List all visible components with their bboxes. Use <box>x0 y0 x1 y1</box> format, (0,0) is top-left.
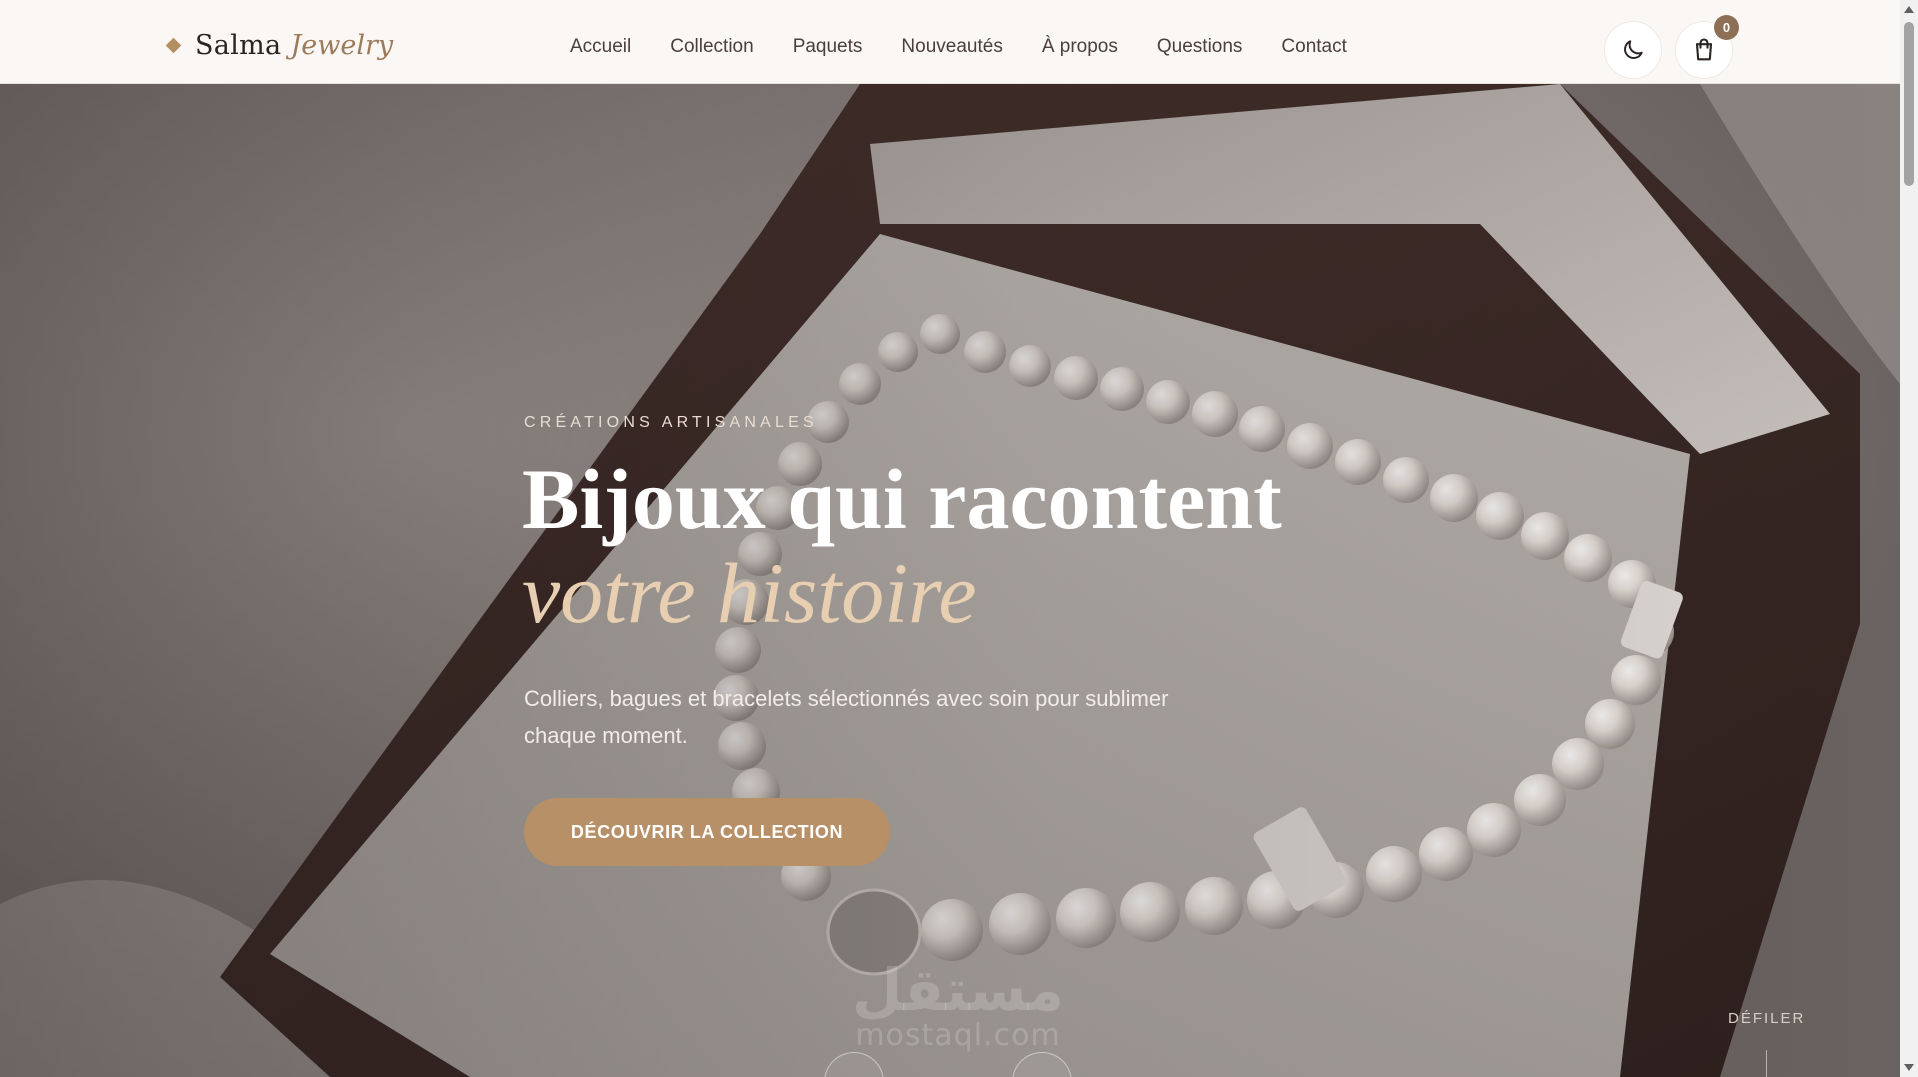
nav-item-paquets[interactable]: Paquets <box>793 36 863 64</box>
nav-item-nouveautes[interactable]: Nouveautés <box>901 36 1002 64</box>
cart-count-badge: 0 <box>1714 15 1739 40</box>
hero-eyebrow: CRÉATIONS ARTISANALES <box>524 414 818 431</box>
hero-title-accent: votre histoire <box>522 545 977 641</box>
brand-accent: Jewelry <box>290 29 394 61</box>
watermark: مستقل mostaql.com <box>838 959 1078 1051</box>
hero-description: Colliers, bagues et bracelets sélectionn… <box>524 686 1169 748</box>
scroll-up-arrow-icon[interactable] <box>1904 6 1914 13</box>
nav-item-a-propos[interactable]: À propos <box>1042 36 1118 64</box>
discover-collection-button[interactable]: DÉCOUVRIR LA COLLECTION <box>524 798 890 866</box>
moon-icon <box>1624 40 1643 59</box>
nav-item-accueil[interactable]: Accueil <box>570 36 631 64</box>
watermark-arabic: مستقل <box>851 956 1065 1024</box>
site-header: Salma Jewelry Accueil Collection Paquets… <box>0 0 1900 84</box>
watermark-latin: mostaql.com <box>855 1018 1061 1053</box>
shopping-bag-icon <box>1695 38 1713 61</box>
scroll-hint[interactable]: DÉFILER <box>1728 1010 1805 1027</box>
page-scrollbar[interactable] <box>1900 0 1918 1077</box>
scrollbar-thumb[interactable] <box>1904 22 1914 186</box>
main-nav: Accueil Collection Paquets Nouveautés À … <box>570 36 1347 64</box>
page: Salma Jewelry Accueil Collection Paquets… <box>0 0 1918 1077</box>
nav-item-contact[interactable]: Contact <box>1281 36 1346 64</box>
scroll-down-arrow-icon[interactable] <box>1904 1064 1914 1071</box>
hero-section: CRÉATIONS ARTISANALES Bijoux qui raconte… <box>0 84 1900 1077</box>
brand-logo[interactable]: Salma Jewelry <box>165 28 394 62</box>
hero-title: Bijoux qui racontent <box>522 451 1282 547</box>
brand-name: Salma <box>195 29 282 61</box>
scroll-line <box>1766 1050 1767 1077</box>
nav-item-questions[interactable]: Questions <box>1157 36 1243 64</box>
diamond-icon <box>165 37 182 53</box>
theme-toggle-button[interactable] <box>1604 21 1662 79</box>
nav-item-collection[interactable]: Collection <box>670 36 753 64</box>
